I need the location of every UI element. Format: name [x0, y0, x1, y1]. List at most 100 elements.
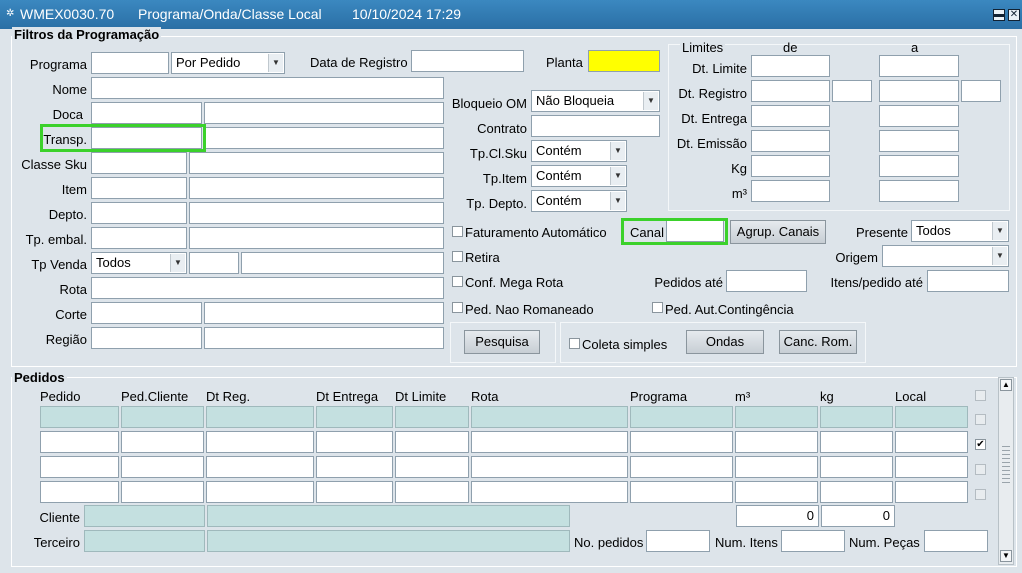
- dt-entrega-a-input[interactable]: [879, 105, 959, 127]
- cell-m3[interactable]: [735, 431, 818, 453]
- dt-registro-de-input[interactable]: [751, 80, 830, 102]
- cell-dt-entrega[interactable]: [316, 481, 393, 503]
- rota-input[interactable]: [91, 277, 444, 299]
- tp-venda-desc-input[interactable]: [241, 252, 444, 274]
- row-select-checkbox[interactable]: [975, 414, 986, 425]
- regiao-desc-input[interactable]: [204, 327, 444, 349]
- item-code-input[interactable]: [91, 177, 187, 199]
- cell-pedido[interactable]: [40, 456, 119, 478]
- cell-programa[interactable]: [630, 431, 733, 453]
- tp-cl-sku-select[interactable]: Contém ▼: [531, 140, 627, 162]
- cell-rota[interactable]: [471, 431, 628, 453]
- contrato-input[interactable]: [531, 115, 660, 137]
- cell-dt-limite[interactable]: [395, 481, 469, 503]
- cell-m3[interactable]: [735, 406, 818, 428]
- programa-input[interactable]: [91, 52, 169, 74]
- row-select-checkbox[interactable]: ✔: [975, 439, 986, 450]
- pedidos-ate-input[interactable]: [726, 270, 807, 292]
- dt-registro-a-time-input[interactable]: [961, 80, 1001, 102]
- itens-pedido-ate-input[interactable]: [927, 270, 1009, 292]
- cell-dt-reg[interactable]: [206, 406, 314, 428]
- cell-local[interactable]: [895, 456, 968, 478]
- dt-limite-de-input[interactable]: [751, 55, 830, 77]
- doca-code-input[interactable]: [91, 102, 202, 124]
- programa-mode-select[interactable]: Por Pedido ▼: [171, 52, 285, 74]
- classe-sku-desc-input[interactable]: [189, 152, 444, 174]
- tp-embal-code-input[interactable]: [91, 227, 187, 249]
- cell-dt-reg[interactable]: [206, 431, 314, 453]
- transp-code-input[interactable]: [91, 127, 202, 149]
- cell-dt-reg[interactable]: [206, 456, 314, 478]
- cell-dt-entrega[interactable]: [316, 456, 393, 478]
- cell-local[interactable]: [895, 431, 968, 453]
- agrup-canais-button[interactable]: Agrup. Canais: [730, 220, 826, 244]
- cell-rota[interactable]: [471, 456, 628, 478]
- corte-desc-input[interactable]: [204, 302, 444, 324]
- tp-depto-select[interactable]: Contém ▼: [531, 190, 627, 212]
- origem-select[interactable]: ▼: [882, 245, 1009, 267]
- scroll-up-icon[interactable]: ▲: [1000, 379, 1012, 391]
- depto-desc-input[interactable]: [189, 202, 444, 224]
- kg-a-input[interactable]: [879, 155, 959, 177]
- dt-emissao-de-input[interactable]: [751, 130, 830, 152]
- dt-emissao-a-input[interactable]: [879, 130, 959, 152]
- pesquisa-button[interactable]: Pesquisa: [464, 330, 540, 354]
- cell-m3[interactable]: [735, 456, 818, 478]
- ondas-button[interactable]: Ondas: [686, 330, 764, 354]
- cell-dt-limite[interactable]: [395, 406, 469, 428]
- m3-a-input[interactable]: [879, 180, 959, 202]
- close-icon[interactable]: ✕: [1008, 9, 1020, 21]
- corte-code-input[interactable]: [91, 302, 202, 324]
- cell-programa[interactable]: [630, 406, 733, 428]
- bloqueio-om-select[interactable]: Não Bloqueia ▼: [531, 90, 660, 112]
- cell-ped-cliente[interactable]: [121, 406, 204, 428]
- classe-sku-code-input[interactable]: [91, 152, 187, 174]
- cell-dt-reg[interactable]: [206, 481, 314, 503]
- regiao-code-input[interactable]: [91, 327, 202, 349]
- cell-m3[interactable]: [735, 481, 818, 503]
- cell-pedido[interactable]: [40, 481, 119, 503]
- cell-programa[interactable]: [630, 456, 733, 478]
- minimize-icon[interactable]: ▬: [993, 9, 1005, 21]
- transp-desc-input[interactable]: [204, 127, 444, 149]
- ped-aut-contingencia-checkbox[interactable]: [652, 302, 663, 313]
- cell-kg[interactable]: [820, 431, 893, 453]
- cell-programa[interactable]: [630, 481, 733, 503]
- header-select-checkbox[interactable]: [975, 390, 986, 401]
- cell-dt-entrega[interactable]: [316, 431, 393, 453]
- pedidos-scrollbar[interactable]: ▲ ▼: [998, 377, 1014, 565]
- cell-kg[interactable]: [820, 481, 893, 503]
- depto-code-input[interactable]: [91, 202, 187, 224]
- cell-local[interactable]: [895, 481, 968, 503]
- cell-dt-limite[interactable]: [395, 456, 469, 478]
- row-select-checkbox[interactable]: [975, 489, 986, 500]
- presente-select[interactable]: Todos ▼: [911, 220, 1009, 242]
- ped-nao-romaneado-checkbox[interactable]: [452, 302, 463, 313]
- tp-embal-desc-input[interactable]: [189, 227, 444, 249]
- tp-venda-code-input[interactable]: [189, 252, 239, 274]
- nome-input[interactable]: [91, 77, 444, 99]
- kg-de-input[interactable]: [751, 155, 830, 177]
- item-desc-input[interactable]: [189, 177, 444, 199]
- cell-rota[interactable]: [471, 406, 628, 428]
- dt-registro-de-time-input[interactable]: [832, 80, 872, 102]
- scroll-down-icon[interactable]: ▼: [1000, 550, 1012, 562]
- cell-ped-cliente[interactable]: [121, 431, 204, 453]
- cell-dt-limite[interactable]: [395, 431, 469, 453]
- planta-input[interactable]: [588, 50, 660, 72]
- dt-limite-a-input[interactable]: [879, 55, 959, 77]
- cell-ped-cliente[interactable]: [121, 481, 204, 503]
- row-select-checkbox[interactable]: [975, 464, 986, 475]
- cell-dt-entrega[interactable]: [316, 406, 393, 428]
- faturamento-automatico-checkbox[interactable]: [452, 226, 463, 237]
- cell-kg[interactable]: [820, 456, 893, 478]
- conf-mega-rota-checkbox[interactable]: [452, 276, 463, 287]
- coleta-simples-checkbox[interactable]: [569, 338, 580, 349]
- canal-input[interactable]: [666, 220, 724, 242]
- cell-kg[interactable]: [820, 406, 893, 428]
- cell-rota[interactable]: [471, 481, 628, 503]
- cell-pedido[interactable]: [40, 406, 119, 428]
- tp-venda-select[interactable]: Todos ▼: [91, 252, 187, 274]
- canc-rom-button[interactable]: Canc. Rom.: [779, 330, 857, 354]
- m3-de-input[interactable]: [751, 180, 830, 202]
